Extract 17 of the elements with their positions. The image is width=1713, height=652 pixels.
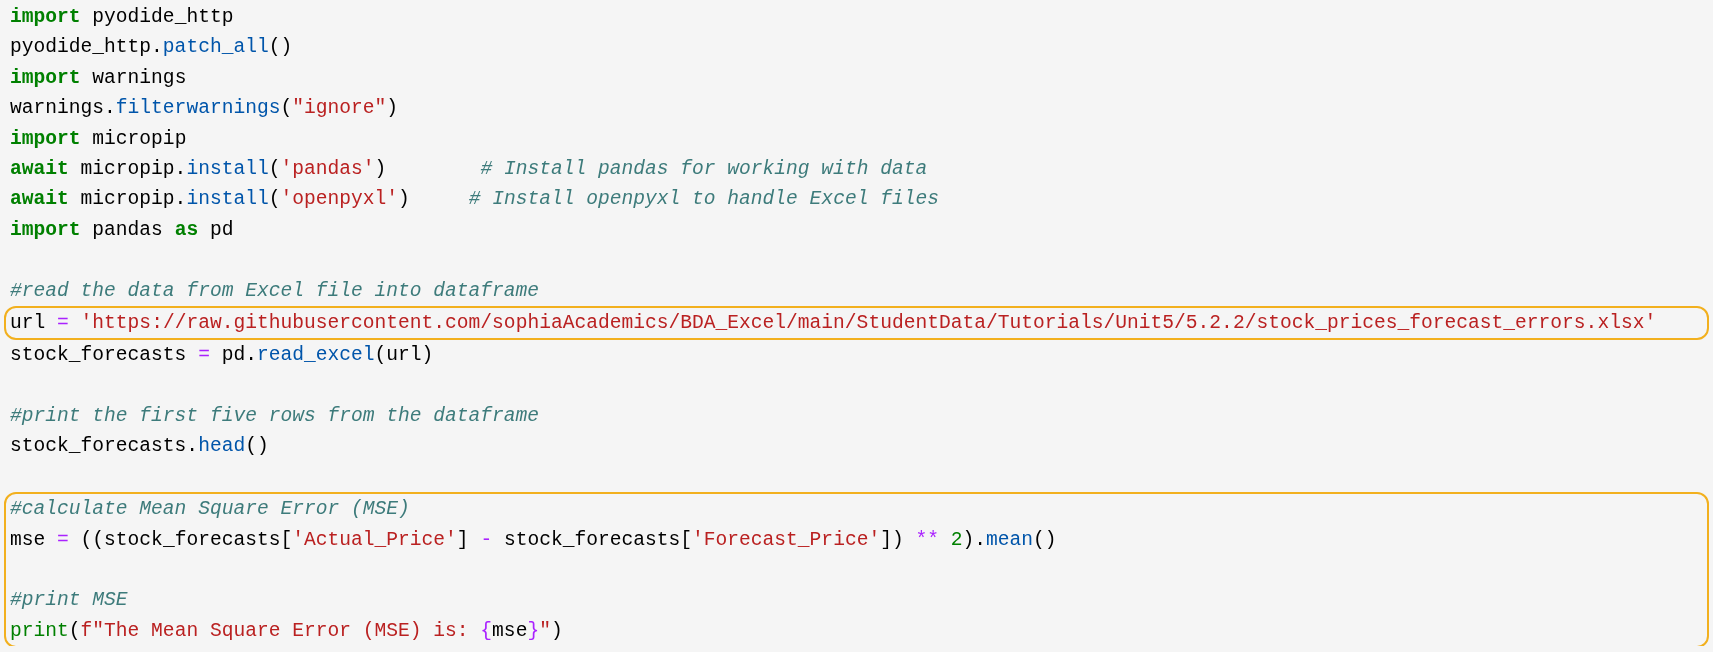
code-line: #read the data from Excel file into dataframe [10, 278, 541, 304]
code-line: await micropip.install('openpyxl') # Install openpyxl to handle Excel files [10, 187, 940, 213]
code-line: import pandas as pd [10, 217, 235, 243]
code-line: import warnings [10, 65, 188, 91]
code-line: #print MSE [10, 588, 129, 614]
code-line: warnings.filterwarnings("ignore") [10, 96, 400, 122]
code-line: stock_forecasts.head() [10, 434, 270, 460]
code-line: url = 'https://raw.githubusercontent.com/sophiaAcademics/BDA_Excel/main/StudentData/Tutorials/Unit5/5.2.2/stock_prices_forecast_errors.xlsx' [10, 310, 1658, 336]
code-line: pyodide_http.patch_all() [10, 35, 294, 61]
code-line: await micropip.install('pandas') # Install pandas for working with data [10, 156, 929, 182]
code-line: #print the first five rows from the dataframe [10, 404, 541, 430]
code-line: stock_forecasts = pd.read_excel(url) [10, 343, 435, 369]
code-line: print(f"The Mean Square Error (MSE) is: {mse}") [10, 618, 564, 644]
code-line: import micropip [10, 126, 188, 152]
code-line: mse = ((stock_forecasts['Actual_Price'] - stock_forecasts['Forecast_Price']) ** 2).mean() [10, 527, 1058, 553]
code-line: import pyodide_http [10, 5, 235, 30]
code-line: #calculate Mean Square Error (MSE) [10, 497, 411, 523]
